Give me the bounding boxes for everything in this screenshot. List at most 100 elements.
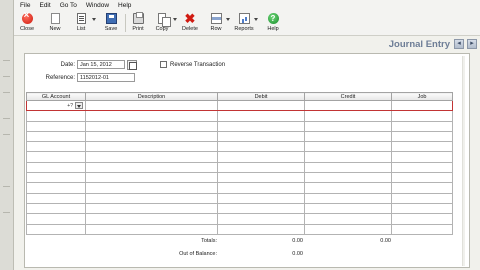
menu-help[interactable]: Help (118, 2, 131, 9)
list-button[interactable]: List (70, 12, 92, 34)
help-button[interactable]: ? Help (262, 12, 284, 34)
previous-record-button[interactable]: ◂ (454, 39, 464, 49)
print-button[interactable]: Print (127, 12, 149, 34)
close-button[interactable]: Close (16, 10, 38, 34)
column-header-description[interactable]: Description (85, 92, 218, 101)
debit-cell[interactable] (217, 151, 305, 163)
table-row[interactable] (26, 120, 453, 132)
gl-account-cell[interactable] (26, 213, 86, 225)
save-button[interactable]: Save (100, 12, 122, 34)
description-cell[interactable] (85, 172, 218, 184)
table-row[interactable] (26, 182, 453, 194)
gl-account-cell[interactable] (26, 172, 86, 184)
debit-cell[interactable] (217, 161, 305, 174)
gl-account-cell[interactable] (26, 151, 86, 163)
reverse-transaction-checkbox[interactable] (160, 61, 167, 68)
job-cell[interactable] (391, 141, 453, 153)
row-dropdown-arrow-icon[interactable] (226, 18, 230, 21)
gl-account-cell[interactable] (26, 110, 86, 122)
debit-cell[interactable] (217, 182, 305, 194)
table-row[interactable] (26, 161, 453, 174)
job-cell[interactable] (391, 213, 453, 225)
credit-cell[interactable] (304, 99, 392, 112)
gl-account-cell[interactable] (26, 192, 86, 204)
list-dropdown-arrow-icon[interactable] (92, 18, 96, 21)
debit-cell[interactable] (217, 192, 305, 204)
gl-account-cell[interactable]: +? (26, 99, 86, 112)
gl-account-cell[interactable] (26, 182, 86, 194)
table-row[interactable] (26, 110, 453, 122)
credit-cell[interactable] (304, 172, 392, 184)
table-row[interactable] (26, 172, 453, 184)
reference-field[interactable]: 1152012-01 (77, 73, 135, 82)
description-cell[interactable] (85, 130, 218, 143)
menu-go-to[interactable]: Go To (60, 2, 77, 9)
debit-cell[interactable] (217, 110, 305, 122)
column-header-debit[interactable]: Debit (217, 92, 305, 101)
credit-cell[interactable] (304, 223, 392, 236)
credit-cell[interactable] (304, 110, 392, 122)
gl-account-cell[interactable] (26, 120, 86, 132)
debit-cell[interactable] (217, 172, 305, 184)
reports-dropdown-arrow-icon[interactable] (254, 18, 258, 21)
table-row[interactable] (26, 151, 453, 163)
credit-cell[interactable] (304, 182, 392, 194)
credit-cell[interactable] (304, 192, 392, 204)
description-cell[interactable] (85, 161, 218, 174)
debit-cell[interactable] (217, 213, 305, 225)
next-record-button[interactable]: ▸ (467, 39, 477, 49)
table-row[interactable] (26, 130, 453, 143)
vertical-scrollbar[interactable] (462, 56, 465, 266)
job-cell[interactable] (391, 202, 453, 215)
copy-button[interactable]: Copy (151, 12, 173, 34)
description-cell[interactable] (85, 202, 218, 215)
description-cell[interactable] (85, 151, 218, 163)
table-row[interactable]: +? (26, 99, 453, 112)
description-cell[interactable] (85, 192, 218, 204)
job-cell[interactable] (391, 120, 453, 132)
job-cell[interactable] (391, 151, 453, 163)
table-row[interactable] (26, 202, 453, 215)
calendar-icon[interactable] (127, 60, 137, 70)
gl-account-cell[interactable] (26, 223, 86, 236)
job-cell[interactable] (391, 130, 453, 143)
description-cell[interactable] (85, 223, 218, 236)
credit-cell[interactable] (304, 202, 392, 215)
table-row[interactable] (26, 192, 453, 204)
gl-account-cell[interactable] (26, 141, 86, 153)
debit-cell[interactable] (217, 202, 305, 215)
column-header-credit[interactable]: Credit (304, 92, 392, 101)
delete-button[interactable]: ✖ Delete (179, 12, 201, 34)
gl-account-lookup[interactable]: +? (67, 102, 83, 109)
description-cell[interactable] (85, 182, 218, 194)
reports-button[interactable]: Reports (233, 12, 255, 34)
menu-edit[interactable]: Edit (39, 2, 50, 9)
table-row[interactable] (26, 223, 453, 236)
debit-cell[interactable] (217, 130, 305, 143)
menu-window[interactable]: Window (86, 2, 109, 9)
dropdown-arrow-icon[interactable] (75, 102, 83, 109)
row-button[interactable]: Row (205, 12, 227, 34)
description-cell[interactable] (85, 141, 218, 153)
credit-cell[interactable] (304, 120, 392, 132)
gl-account-cell[interactable] (26, 202, 86, 215)
debit-cell[interactable] (217, 99, 305, 112)
table-row[interactable] (26, 213, 453, 225)
description-cell[interactable] (85, 99, 218, 112)
copy-dropdown-arrow-icon[interactable] (173, 18, 177, 21)
date-field[interactable]: Jan 15, 2012 (77, 60, 125, 69)
column-header-gl-account[interactable]: GL Account (26, 92, 86, 101)
job-cell[interactable] (391, 172, 453, 184)
job-cell[interactable] (391, 182, 453, 194)
debit-cell[interactable] (217, 120, 305, 132)
job-cell[interactable] (391, 223, 453, 236)
column-header-job[interactable]: Job (391, 92, 453, 101)
menu-file[interactable]: File (20, 2, 30, 9)
credit-cell[interactable] (304, 141, 392, 153)
credit-cell[interactable] (304, 213, 392, 225)
description-cell[interactable] (85, 110, 218, 122)
credit-cell[interactable] (304, 161, 392, 174)
job-cell[interactable] (391, 192, 453, 204)
table-row[interactable] (26, 141, 453, 153)
gl-account-cell[interactable] (26, 161, 86, 174)
